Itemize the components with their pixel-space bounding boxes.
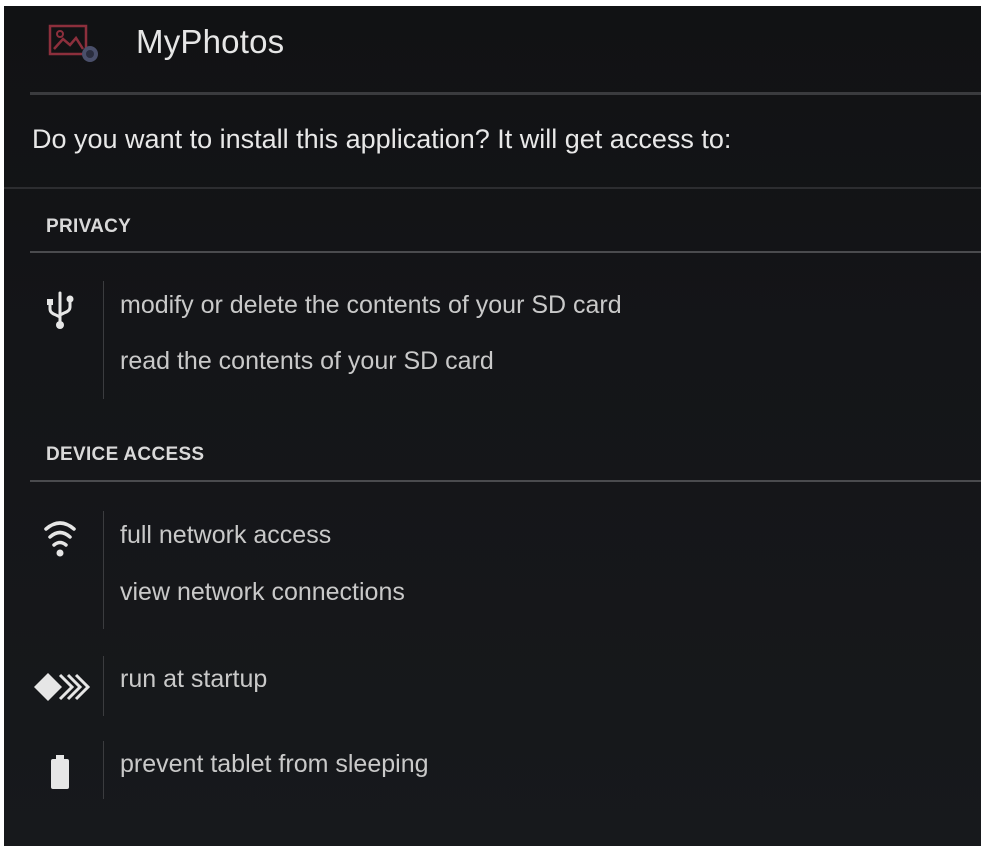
- wifi-icon: [32, 519, 88, 559]
- permission-item: view network connections: [120, 578, 405, 606]
- group-divider: [103, 281, 104, 399]
- app-name: MyPhotos: [136, 23, 285, 60]
- permission-item: prevent tablet from sleeping: [120, 750, 429, 778]
- question-divider: [4, 187, 981, 189]
- group-divider: [103, 656, 104, 716]
- image-gallery-icon: [48, 24, 102, 64]
- install-permissions-screen: MyPhotos Do you want to install this app…: [4, 6, 981, 846]
- permission-item: read the contents of your SD card: [120, 347, 494, 375]
- permission-item: full network access: [120, 521, 332, 549]
- section-header-privacy: PRIVACY: [46, 216, 132, 237]
- group-divider: [103, 741, 104, 799]
- title-divider: [30, 92, 981, 95]
- permission-group-storage: modify or delete the contents of your SD…: [4, 281, 981, 401]
- title-bar: MyPhotos: [4, 6, 981, 94]
- permission-group-network: full network access view network connect…: [4, 511, 981, 631]
- permission-item: run at startup: [120, 665, 268, 693]
- section-divider-privacy: [30, 251, 981, 253]
- startup-arrows-icon: [30, 667, 91, 707]
- permission-group-startup: run at startup: [4, 656, 981, 716]
- battery-icon: [32, 753, 88, 793]
- section-divider-device-access: [30, 480, 981, 482]
- group-divider: [103, 511, 104, 629]
- section-header-device-access: DEVICE ACCESS: [46, 444, 205, 465]
- permission-group-power: prevent tablet from sleeping: [4, 741, 981, 801]
- permission-item: modify or delete the contents of your SD…: [120, 291, 622, 319]
- usb-icon: [32, 291, 88, 331]
- install-question: Do you want to install this application?…: [32, 124, 732, 154]
